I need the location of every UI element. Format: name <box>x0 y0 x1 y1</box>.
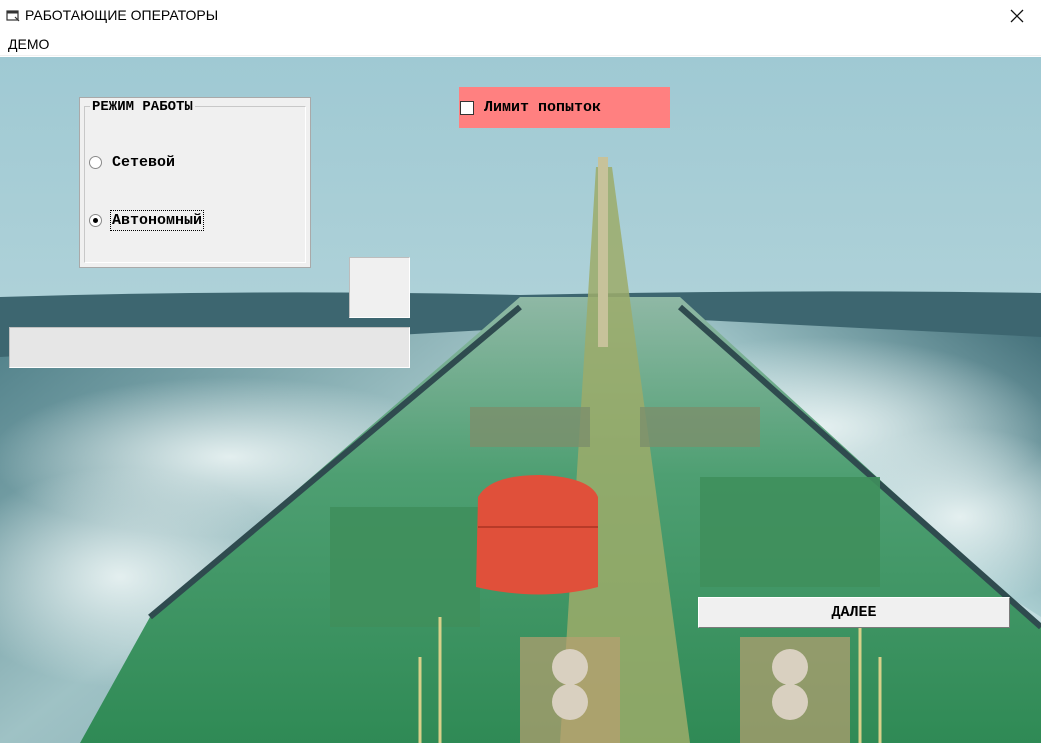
radio-network-label: Сетевой <box>112 154 176 171</box>
app-window-icon <box>6 9 20 22</box>
radio-autonomous-button[interactable] <box>89 214 102 227</box>
attempt-limit-panel[interactable]: Лимит попыток <box>459 87 670 128</box>
client-area: РЕЖИМ РАБОТЫ Сетевой Автономный Лимит по… <box>0 57 1041 743</box>
window-title: РАБОТАЮЩИЕ ОПЕРАТОРЫ <box>25 7 219 23</box>
groupbox-frame <box>84 106 306 263</box>
mode-groupbox: РЕЖИМ РАБОТЫ Сетевой Автономный <box>79 97 311 268</box>
close-button[interactable] <box>995 0 1041 32</box>
next-button[interactable]: ДАЛЕЕ <box>698 597 1010 628</box>
mode-group-title: РЕЖИМ РАБОТЫ <box>90 99 195 115</box>
radio-autonomous[interactable]: Автономный <box>89 210 205 231</box>
attempt-limit-checkbox[interactable] <box>460 100 474 115</box>
radio-network[interactable]: Сетевой <box>89 154 175 171</box>
indicator-box <box>349 257 410 318</box>
menu-bar: ДЕМО <box>0 32 1041 56</box>
close-icon <box>1010 9 1024 23</box>
radio-autonomous-label: Автономный <box>109 210 205 231</box>
radio-network-button[interactable] <box>89 156 102 169</box>
menu-item-demo[interactable]: ДЕМО <box>8 36 49 52</box>
attempt-limit-label: Лимит попыток <box>484 99 602 116</box>
title-bar: РАБОТАЮЩИЕ ОПЕРАТОРЫ <box>0 0 1041 32</box>
status-field <box>9 327 410 368</box>
